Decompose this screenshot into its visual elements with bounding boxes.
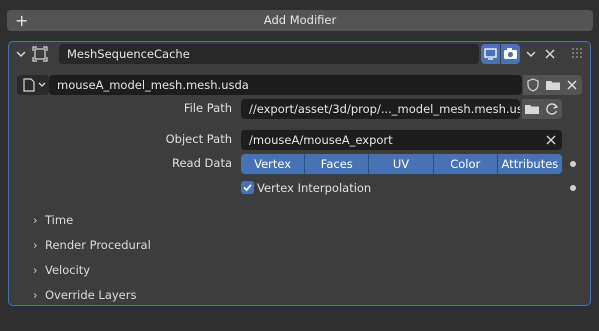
chevron-right-icon: ›	[33, 263, 38, 277]
render-toggle[interactable]	[501, 44, 520, 64]
object-path-label: Object Path	[165, 132, 232, 146]
dropdown-chevron-icon[interactable]	[523, 45, 539, 63]
add-modifier-label: Add Modifier	[263, 13, 337, 27]
remove-modifier-icon[interactable]	[542, 45, 558, 63]
chevron-right-icon: ›	[33, 238, 38, 252]
read-color-toggle[interactable]: Color	[432, 154, 497, 174]
subpanel-override-layers[interactable]: › Override Layers	[33, 286, 136, 304]
object-path-text: /mouseA/mouseA_export	[249, 133, 393, 147]
read-data-options: Vertex Faces UV Color Attributes	[241, 154, 562, 174]
clear-object-path-icon[interactable]	[543, 130, 559, 150]
add-modifier-button[interactable]: + Add Modifier	[7, 10, 593, 31]
modifier-name-field[interactable]: MeshSequenceCache	[59, 44, 479, 64]
file-icon	[23, 78, 46, 92]
shield-icon	[527, 78, 539, 92]
reload-icon	[546, 103, 559, 115]
file-path-field[interactable]: //export/asset/3d/prop/..._model_mesh.me…	[241, 99, 520, 119]
subpanel-render-procedural-label: Render Procedural	[45, 238, 151, 252]
file-path-text: //export/asset/3d/prop/..._model_mesh.me…	[249, 102, 520, 116]
folder-icon	[525, 105, 539, 114]
camera-icon	[504, 48, 517, 59]
subpanel-time[interactable]: › Time	[33, 211, 73, 229]
chevron-right-icon: ›	[33, 288, 38, 302]
cache-file-field[interactable]: mouseA_model_mesh.mesh.usda	[49, 75, 522, 95]
subpanel-velocity[interactable]: › Velocity	[33, 261, 90, 279]
subpanel-time-label: Time	[45, 213, 74, 227]
reload-file-button[interactable]	[542, 99, 562, 119]
chevron-right-icon: ›	[33, 213, 38, 227]
animate-property-dot-icon[interactable]	[570, 161, 576, 167]
object-path-field[interactable]: /mouseA/mouseA_export	[241, 130, 562, 150]
read-uv-toggle[interactable]: UV	[368, 154, 433, 174]
file-path-label: File Path	[183, 101, 232, 115]
animate-property-dot-icon[interactable]	[570, 185, 576, 191]
drag-handle-icon[interactable]	[570, 46, 584, 60]
unlink-cache-file-button[interactable]	[563, 75, 582, 95]
modifier-name-text: MeshSequenceCache	[67, 47, 190, 61]
read-faces-toggle[interactable]: Faces	[304, 154, 369, 174]
browse-file-button[interactable]	[522, 99, 542, 119]
collapse-chevron-icon[interactable]	[14, 46, 28, 62]
read-data-label: Read Data	[171, 156, 232, 170]
vertex-interpolation-checkbox[interactable]	[241, 181, 254, 194]
checkmark-icon	[243, 184, 252, 192]
subpanel-velocity-label: Velocity	[45, 263, 91, 277]
read-vertex-toggle[interactable]: Vertex	[241, 154, 305, 174]
close-icon	[567, 80, 577, 90]
fake-user-toggle[interactable]	[523, 75, 543, 95]
mesh-cache-modifier-icon	[31, 45, 49, 63]
subpanel-render-procedural[interactable]: › Render Procedural	[33, 236, 151, 254]
new-cache-file-button[interactable]	[543, 75, 563, 95]
realtime-display-toggle[interactable]	[481, 44, 500, 64]
folder-icon	[546, 81, 560, 90]
cache-file-name: mouseA_model_mesh.mesh.usda	[57, 78, 249, 92]
cache-file-browse-button[interactable]	[17, 75, 49, 95]
monitor-icon	[484, 48, 497, 60]
subpanel-override-layers-label: Override Layers	[45, 288, 137, 302]
read-attributes-toggle[interactable]: Attributes	[496, 154, 562, 174]
vertex-interpolation-label[interactable]: Vertex Interpolation	[257, 179, 371, 197]
